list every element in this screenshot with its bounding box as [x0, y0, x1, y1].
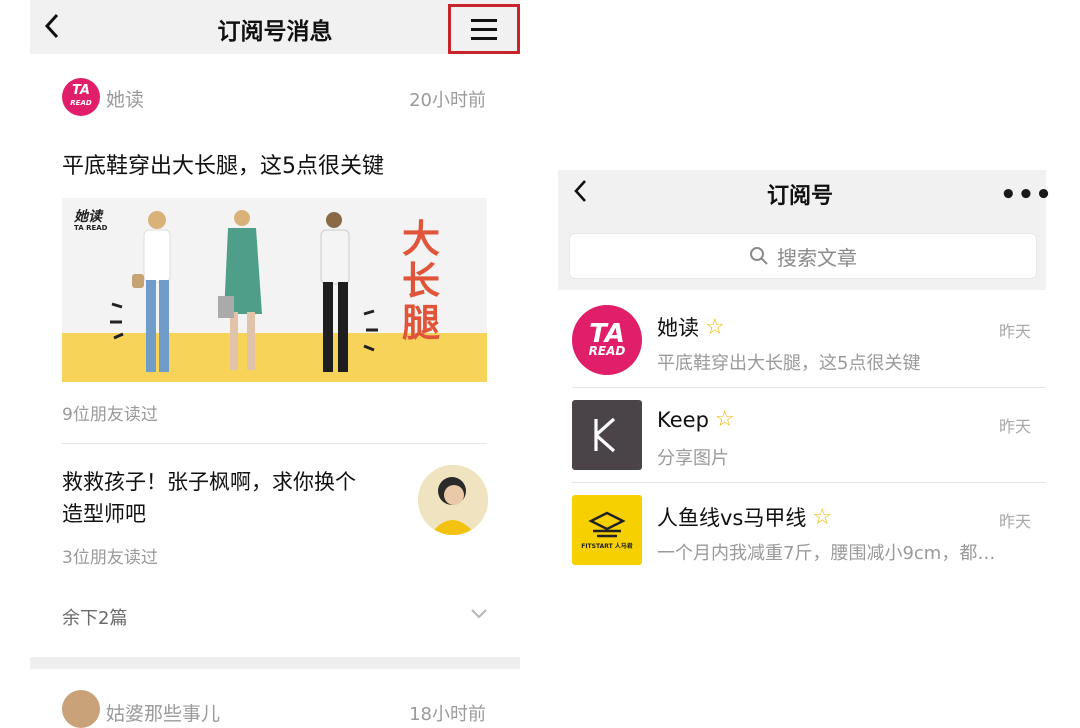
- search-bar[interactable]: 搜索文章: [569, 233, 1037, 279]
- row-name: 人鱼线vs马甲线 ☆: [657, 502, 832, 532]
- article-thumbnail[interactable]: [418, 465, 488, 535]
- row-time: 昨天: [999, 512, 1032, 531]
- more-options-icon[interactable]: •••: [1000, 180, 1053, 210]
- back-icon[interactable]: [571, 178, 589, 208]
- article-title[interactable]: 平底鞋穿出大长腿，这5点很关键: [62, 148, 384, 180]
- section-separator: [30, 657, 520, 669]
- article-title-2-line1: 救救孩子！张子枫啊，求你换个: [62, 470, 356, 494]
- banner-headline: 大 长 腿: [402, 218, 440, 344]
- account-name[interactable]: 她读: [106, 85, 144, 112]
- ta-read-avatar: TA READ: [572, 305, 642, 375]
- banner-logo: 她读: [74, 209, 102, 225]
- row-subtitle: 平底鞋穿出大长腿，这5点很关键: [657, 353, 921, 374]
- banner-char-1: 大: [402, 217, 441, 261]
- hamburger-icon: [471, 19, 497, 40]
- row-name: Keep ☆: [657, 407, 735, 432]
- friends-read-count: 9位朋友读过: [62, 405, 158, 425]
- row-name-text: 她读: [657, 316, 699, 340]
- avatar-subtext: READ: [588, 344, 626, 358]
- keep-avatar: [572, 400, 642, 470]
- subscription-row[interactable]: FITSTART 人马君 人鱼线vs马甲线 ☆ 昨天 一个月内我减重7斤，腰围减小…: [558, 490, 1046, 576]
- person-photo-icon: [418, 465, 488, 535]
- search-placeholder: 搜索文章: [777, 245, 857, 270]
- article-title-2[interactable]: 救救孩子！张子枫啊，求你换个 造型师吧: [62, 466, 356, 530]
- avatar-text: TA: [589, 319, 625, 349]
- row-name: 她读 ☆: [657, 312, 725, 342]
- account-avatar[interactable]: TA READ: [62, 78, 100, 116]
- chevron-down-icon[interactable]: [470, 606, 488, 625]
- row-name-text: 人鱼线vs马甲线: [657, 506, 807, 530]
- menu-button[interactable]: [448, 4, 520, 54]
- row-subtitle: 分享图片: [657, 448, 729, 469]
- fitstart-logo-icon: [588, 511, 626, 537]
- row-name-text: Keep: [657, 407, 709, 432]
- row-time: 昨天: [999, 417, 1032, 436]
- star-icon[interactable]: ☆: [715, 407, 735, 432]
- avatar-subtext: READ: [70, 99, 92, 107]
- keep-logo-icon: [594, 417, 616, 453]
- fitstart-avatar: FITSTART 人马君: [572, 495, 642, 565]
- divider: [572, 387, 1046, 388]
- article-time-3: 18小时前: [409, 704, 486, 725]
- subscription-row[interactable]: Keep ☆ 昨天 分享图片: [558, 395, 1046, 481]
- account-name-3[interactable]: 姑婆那些事儿: [106, 699, 220, 726]
- fitstart-label: FITSTART 人马君: [581, 542, 633, 550]
- article-time: 20小时前: [409, 90, 486, 111]
- left-page-title: 订阅号消息: [217, 19, 333, 45]
- article-banner-image[interactable]: 她读 TA READ 大 长 腿: [62, 198, 487, 382]
- subscription-row[interactable]: TA READ 她读 ☆ 昨天 平底鞋穿出大长腿，这5点很关键: [558, 300, 1046, 386]
- account-avatar-3[interactable]: [62, 690, 100, 728]
- friends-read-count-2: 3位朋友读过: [62, 548, 158, 568]
- fashion-models-illustration: [110, 210, 378, 372]
- back-icon[interactable]: [42, 12, 62, 46]
- divider: [572, 482, 1046, 483]
- more-articles-label[interactable]: 余下2篇: [62, 604, 127, 630]
- star-icon[interactable]: ☆: [705, 315, 725, 340]
- row-subtitle: 一个月内我减重7斤，腰围减小9cm，都…: [657, 543, 996, 564]
- search-icon: [750, 247, 768, 265]
- row-time: 昨天: [999, 322, 1032, 341]
- divider: [62, 443, 487, 444]
- banner-char-3: 腿: [402, 301, 441, 345]
- banner-char-2: 长: [402, 259, 441, 303]
- article-title-2-line2: 造型师吧: [62, 502, 146, 526]
- avatar-text: TA: [72, 83, 90, 98]
- star-icon[interactable]: ☆: [812, 505, 832, 530]
- right-page-title: 订阅号: [766, 184, 833, 209]
